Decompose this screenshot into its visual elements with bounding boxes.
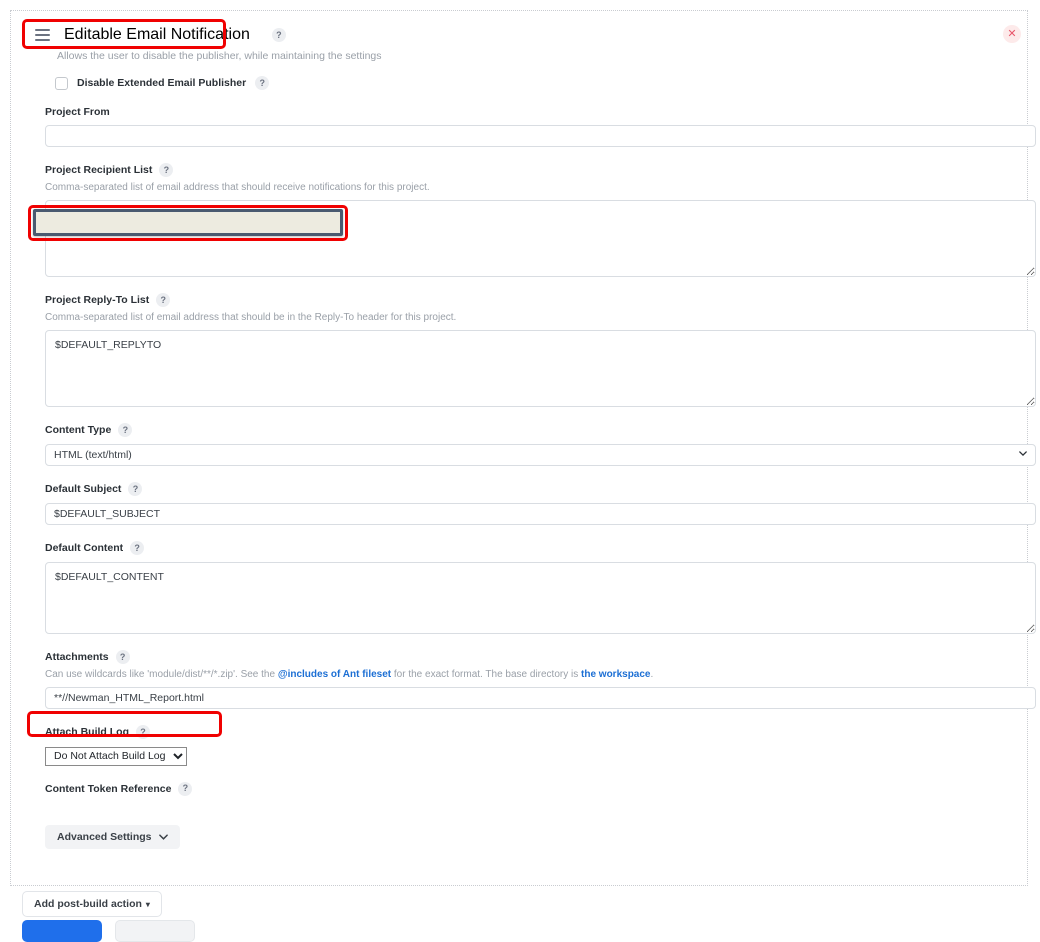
default-subject-label-text: Default Subject xyxy=(45,483,122,495)
attach-build-log-select[interactable]: Do Not Attach Build Log xyxy=(45,746,187,766)
help-icon-attach-build-log[interactable]: ? xyxy=(136,725,150,739)
apply-button-label xyxy=(155,931,156,932)
recipient-autocomplete-popup[interactable] xyxy=(33,209,343,236)
attachments-label-text: Attachments xyxy=(45,651,109,663)
save-button-label xyxy=(62,931,63,932)
project-reply-to-list-hint: Comma-separated list of email address th… xyxy=(45,312,457,323)
panel-description: Allows the user to disable the publisher… xyxy=(57,50,382,62)
apply-button[interactable] xyxy=(115,920,195,942)
field-default-subject: Default Subject ? xyxy=(45,466,1036,525)
content-type-label-text: Content Type xyxy=(45,424,112,436)
add-post-build-action-button[interactable]: Add post-build action ▾ xyxy=(22,891,162,917)
page-title: Editable Email Notification xyxy=(64,26,250,43)
field-project-reply-to-list: Project Reply-To List ? Comma-separated … xyxy=(45,277,1036,407)
project-recipient-list-label: Project Recipient List ? xyxy=(45,163,1009,177)
chevron-down-icon-advanced xyxy=(158,833,168,840)
panel-header: Editable Email Notification ? xyxy=(33,23,1009,47)
default-content-textarea[interactable]: $DEFAULT_CONTENT xyxy=(45,562,1036,634)
field-content-token-reference: Content Token Reference ? xyxy=(45,766,1009,796)
attach-build-log-label: Attach Build Log ? xyxy=(45,725,1009,739)
help-icon-project-recipient-list[interactable]: ? xyxy=(159,163,174,177)
attachments-hint-part2: for the exact format. The base directory… xyxy=(391,669,582,680)
field-default-content: Default Content ? $DEFAULT_CONTENT xyxy=(45,525,1036,634)
field-project-from: Project From xyxy=(45,90,1036,147)
project-from-label-text: Project From xyxy=(45,106,110,118)
disable-extended-email-publisher-label: Disable Extended Email Publisher xyxy=(77,77,247,89)
attachments-hint-part1: Can use wildcards like 'module/dist/**/*… xyxy=(45,669,278,680)
field-attachments: Attachments ? Can use wildcards like 'mo… xyxy=(45,634,1036,709)
content-token-reference-label-text: Content Token Reference xyxy=(45,782,172,795)
advanced-settings-label: Advanced Settings xyxy=(57,830,152,843)
default-subject-label: Default Subject ? xyxy=(45,482,1009,496)
project-recipient-list-hint: Comma-separated list of email address th… xyxy=(45,182,430,193)
save-button[interactable] xyxy=(22,920,102,942)
help-icon-title[interactable]: ? xyxy=(271,28,286,42)
project-from-label: Project From xyxy=(45,106,1009,118)
drag-handle-icon[interactable] xyxy=(35,29,50,41)
close-icon[interactable]: ✕ xyxy=(1003,25,1021,43)
default-content-label: Default Content ? xyxy=(45,541,1009,555)
help-icon-default-content[interactable]: ? xyxy=(130,541,145,555)
attachments-label: Attachments ? xyxy=(45,650,1009,664)
workspace-link[interactable]: the workspace xyxy=(581,669,650,680)
project-recipient-list-label-text: Project Recipient List xyxy=(45,164,153,176)
attachments-hint-part3: . xyxy=(650,669,654,680)
form-action-bar xyxy=(0,920,1040,942)
help-icon-content-token-reference[interactable]: ? xyxy=(178,781,193,796)
ant-fileset-link[interactable]: @includes of Ant fileset xyxy=(278,669,391,680)
content-type-select[interactable]: HTML (text/html) xyxy=(45,444,1036,466)
field-content-type: Content Type ? HTML (text/html) xyxy=(45,407,1036,466)
field-attach-build-log: Attach Build Log ? Do Not Attach Build L… xyxy=(45,709,1009,766)
project-reply-to-list-label: Project Reply-To List ? xyxy=(45,293,1009,307)
project-reply-to-list-label-text: Project Reply-To List xyxy=(45,294,150,306)
default-subject-input[interactable] xyxy=(45,503,1036,525)
content-token-reference-label: Content Token Reference ? xyxy=(45,781,1009,796)
disable-extended-email-publisher-checkbox[interactable] xyxy=(55,76,68,90)
content-type-label: Content Type ? xyxy=(45,423,1009,437)
advanced-settings-button[interactable]: Advanced Settings xyxy=(45,824,180,849)
disable-extended-email-publisher-row[interactable]: Disable Extended Email Publisher ? xyxy=(55,76,1009,90)
add-post-build-action-label: Add post-build action xyxy=(34,898,142,910)
default-content-label-text: Default Content xyxy=(45,542,124,554)
caret-down-icon: ▾ xyxy=(145,900,150,909)
help-icon-project-reply-to-list[interactable]: ? xyxy=(156,293,171,307)
attach-build-log-label-text: Attach Build Log xyxy=(45,726,129,738)
help-icon-disable-publisher[interactable]: ? xyxy=(255,76,270,90)
editable-email-notification-panel: Editable Email Notification ? ✕ Allows t… xyxy=(10,10,1036,886)
help-icon-default-subject[interactable]: ? xyxy=(128,482,143,496)
project-reply-to-list-textarea[interactable]: $DEFAULT_REPLYTO xyxy=(45,330,1036,407)
help-icon-content-type[interactable]: ? xyxy=(118,423,133,437)
attachments-input[interactable] xyxy=(45,687,1036,709)
attachments-hint: Can use wildcards like 'module/dist/**/*… xyxy=(45,669,1009,680)
project-from-input[interactable] xyxy=(45,125,1036,147)
help-icon-attachments[interactable]: ? xyxy=(115,650,130,664)
